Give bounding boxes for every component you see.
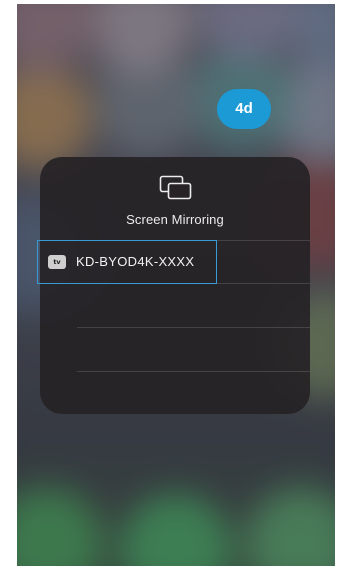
empty-row bbox=[40, 328, 310, 372]
apple-tv-badge-label: tv bbox=[53, 258, 61, 266]
step-callout-badge: 4d bbox=[217, 89, 271, 129]
device-name: KD-BYOD4K-XXXX bbox=[76, 254, 195, 269]
empty-row bbox=[40, 284, 310, 328]
panel-header: Screen Mirroring bbox=[40, 157, 310, 237]
apple-tv-icon: tv bbox=[48, 255, 66, 269]
screen-mirroring-panel: Screen Mirroring bbox=[40, 157, 310, 414]
device-item-kd-byod4k[interactable]: tv KD-BYOD4K-XXXX bbox=[37, 240, 217, 284]
phone-screen: Screen Mirroring tv KD-BYOD4K-XXXX 4d bbox=[17, 4, 335, 566]
panel-title: Screen Mirroring bbox=[126, 212, 224, 227]
row-divider bbox=[77, 371, 310, 372]
screen-mirroring-icon bbox=[159, 175, 192, 200]
